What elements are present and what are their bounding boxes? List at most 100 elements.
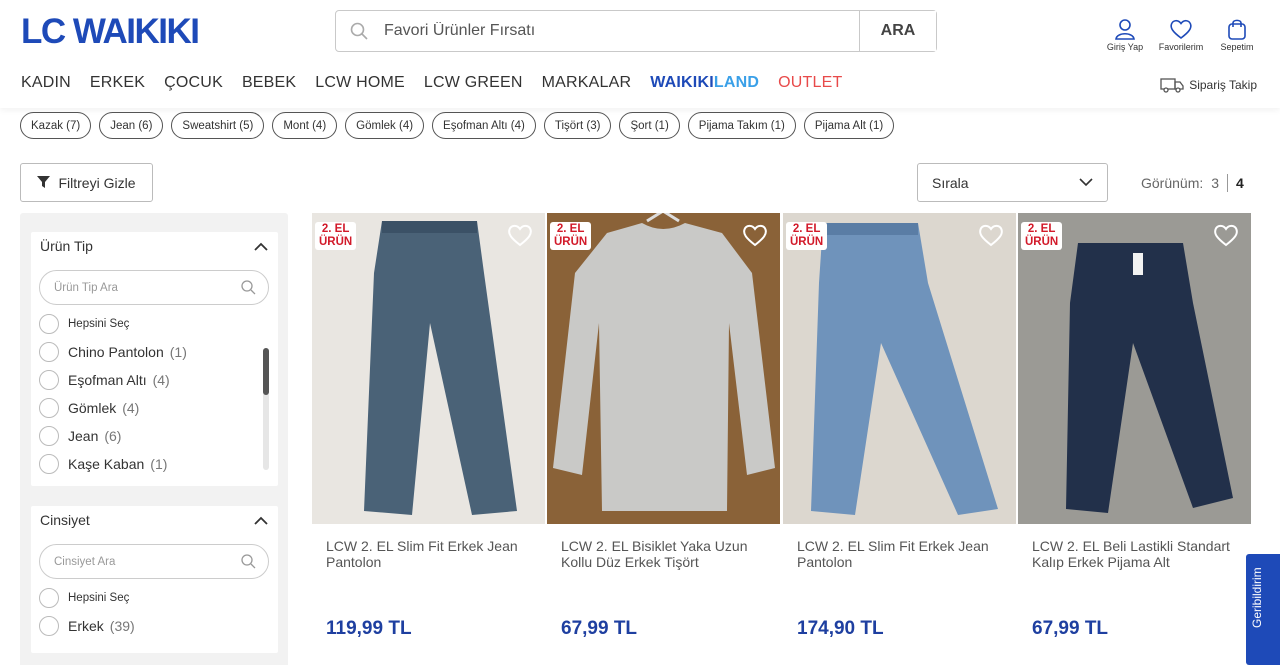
- hide-filter-button[interactable]: Filtreyi Gizle: [20, 163, 153, 202]
- product-image[interactable]: 2. EL ÜRÜN: [312, 213, 545, 524]
- urun-tip-option[interactable]: Gömlek (4): [39, 398, 139, 418]
- nav-waikikiland-part1[interactable]: WAIKIKI: [650, 74, 714, 92]
- product-card[interactable]: 2. EL ÜRÜN LCW 2. EL Slim Fit Erkek Jean …: [783, 213, 1016, 640]
- product-price: 67,99 TL: [1032, 618, 1109, 639]
- radio-circle[interactable]: [39, 588, 59, 608]
- cart-label: Sepetim: [1220, 42, 1254, 52]
- option-label: Gömlek: [68, 400, 117, 416]
- product-card[interactable]: 2. EL ÜRÜN LCW 2. EL Slim Fit Erkek Jean …: [312, 213, 545, 640]
- chip-kazak[interactable]: Kazak (7): [20, 112, 92, 139]
- favorites-button[interactable]: Favorilerim: [1156, 18, 1206, 52]
- option-label: Eşofman Altı: [68, 372, 147, 388]
- chip-sweatshirt[interactable]: Sweatshirt (5): [171, 112, 265, 139]
- order-tracking-link[interactable]: Sipariş Takip: [1160, 77, 1257, 93]
- nav-waikikiland-part2[interactable]: LAND: [714, 74, 759, 92]
- product-card[interactable]: 2. EL ÜRÜN LCW 2. EL Bisiklet Yaka Uzun K…: [547, 213, 780, 640]
- radio-circle[interactable]: [39, 398, 59, 418]
- chip-sort[interactable]: Şort (1): [619, 112, 680, 139]
- product-image[interactable]: 2. EL ÜRÜN: [1018, 213, 1251, 524]
- option-label: Hepsini Seç: [68, 318, 130, 330]
- favorite-heart-icon[interactable]: [1213, 223, 1239, 247]
- product-name[interactable]: LCW 2. EL Slim Fit Erkek Jean Pantolon: [783, 538, 1016, 598]
- nav-cocuk[interactable]: ÇOCUK: [164, 74, 223, 92]
- radio-circle[interactable]: [39, 616, 59, 636]
- urun-tip-option[interactable]: Kaşe Kaban (1): [39, 454, 167, 474]
- radio-circle[interactable]: [39, 370, 59, 390]
- chip-esofman-alti[interactable]: Eşofman Altı (4): [432, 112, 536, 139]
- view-4-columns[interactable]: 4: [1236, 175, 1244, 191]
- product-card[interactable]: 2. EL ÜRÜN LCW 2. EL Beli Lastikli Standa…: [1018, 213, 1251, 640]
- product-image[interactable]: 2. EL ÜRÜN: [547, 213, 780, 524]
- bag-icon: [1228, 19, 1246, 40]
- product-name[interactable]: LCW 2. EL Beli Lastikli Standart Kalıp E…: [1018, 538, 1251, 598]
- product-name[interactable]: LCW 2. EL Bisiklet Yaka Uzun Kollu Düz E…: [547, 538, 780, 598]
- search-icon: [336, 11, 382, 51]
- cart-button[interactable]: Sepetim: [1212, 18, 1262, 52]
- search-icon: [241, 280, 256, 295]
- second-hand-badge: 2. EL ÜRÜN: [315, 222, 357, 250]
- chip-tisort[interactable]: Tişört (3): [543, 112, 612, 139]
- nav-bebek[interactable]: BEBEK: [242, 74, 296, 92]
- login-button[interactable]: Giriş Yap: [1100, 18, 1150, 52]
- view-3-columns[interactable]: 3: [1211, 175, 1219, 191]
- search-input[interactable]: [382, 11, 859, 51]
- favorite-heart-icon[interactable]: [507, 223, 533, 247]
- filter-icon: [37, 176, 51, 188]
- chip-gomlek[interactable]: Gömlek (4): [345, 112, 425, 139]
- urun-tip-select-all[interactable]: Hepsini Seç: [39, 314, 129, 334]
- product-image[interactable]: 2. EL ÜRÜN: [783, 213, 1016, 524]
- favorite-heart-icon[interactable]: [742, 223, 768, 247]
- options-scrollbar[interactable]: [263, 348, 269, 470]
- radio-circle[interactable]: [39, 314, 59, 334]
- option-label: Erkek: [68, 618, 104, 634]
- filter-title-urun-tip[interactable]: Ürün Tip: [40, 238, 93, 254]
- cinsiyet-search-placeholder: Cinsiyet Ara: [54, 555, 116, 568]
- favorites-label: Favorilerim: [1158, 42, 1204, 52]
- option-count: (4): [122, 400, 140, 416]
- chip-mont[interactable]: Mont (4): [272, 112, 338, 139]
- user-icon: [1115, 19, 1135, 40]
- cinsiyet-select-all[interactable]: Hepsini Seç: [39, 588, 129, 608]
- cinsiyet-search[interactable]: Cinsiyet Ara: [39, 544, 269, 579]
- nav-outlet[interactable]: OUTLET: [778, 74, 842, 92]
- feedback-label: Geribildirim: [1250, 567, 1264, 628]
- chevron-up-icon[interactable]: [254, 516, 268, 525]
- filter-panel-cinsiyet: Cinsiyet Cinsiyet Ara Hepsini Seç Erkek …: [31, 506, 278, 653]
- pajama-pants-image: [1018, 213, 1251, 524]
- urun-tip-search-placeholder: Ürün Tip Ara: [54, 281, 118, 294]
- nav-erkek[interactable]: ERKEK: [90, 74, 145, 92]
- option-label: Jean: [68, 428, 99, 444]
- radio-circle[interactable]: [39, 342, 59, 362]
- chip-jean[interactable]: Jean (6): [99, 112, 164, 139]
- filter-title-cinsiyet[interactable]: Cinsiyet: [40, 512, 90, 528]
- urun-tip-search[interactable]: Ürün Tip Ara: [39, 270, 269, 305]
- scrollbar-thumb[interactable]: [263, 348, 269, 395]
- nav-lcw-home[interactable]: LCW HOME: [315, 74, 405, 92]
- filter-sidebar: Ürün Tip Ürün Tip Ara Hepsini Seç Chino …: [20, 213, 288, 665]
- site-header: LC WAIKIKI ARA Giriş Yap Favorilerim Sep…: [0, 0, 1280, 108]
- sort-dropdown[interactable]: Sırala: [917, 163, 1108, 202]
- option-label: Chino Pantolon: [68, 344, 164, 360]
- search-button[interactable]: ARA: [859, 11, 936, 51]
- chevron-up-icon[interactable]: [254, 242, 268, 251]
- urun-tip-option[interactable]: Jean (6): [39, 426, 121, 446]
- nav-kadin[interactable]: KADIN: [21, 74, 71, 92]
- second-hand-badge: 2. EL ÜRÜN: [1021, 222, 1063, 250]
- nav-markalar[interactable]: MARKALAR: [542, 74, 632, 92]
- chip-pijama-takim[interactable]: Pijama Takım (1): [687, 112, 796, 139]
- urun-tip-option[interactable]: Chino Pantolon (1): [39, 342, 187, 362]
- feedback-tab[interactable]: Geribildirim: [1246, 554, 1280, 665]
- site-logo[interactable]: LC WAIKIKI: [21, 14, 200, 50]
- urun-tip-option[interactable]: Eşofman Altı (4): [39, 370, 170, 390]
- filter-panel-urun-tip: Ürün Tip Ürün Tip Ara Hepsini Seç Chino …: [31, 232, 278, 486]
- radio-circle[interactable]: [39, 454, 59, 474]
- nav-lcw-green[interactable]: LCW GREEN: [424, 74, 523, 92]
- favorite-heart-icon[interactable]: [978, 223, 1004, 247]
- option-count: (39): [109, 618, 135, 634]
- chip-pijama-alt[interactable]: Pijama Alt (1): [803, 112, 895, 139]
- cinsiyet-option[interactable]: Erkek (39): [39, 616, 135, 636]
- radio-circle[interactable]: [39, 426, 59, 446]
- second-hand-badge: 2. EL ÜRÜN: [550, 222, 592, 250]
- product-name[interactable]: LCW 2. EL Slim Fit Erkek Jean Pantolon: [312, 538, 545, 598]
- view-toggle: Görünüm: 3 4: [1141, 174, 1244, 192]
